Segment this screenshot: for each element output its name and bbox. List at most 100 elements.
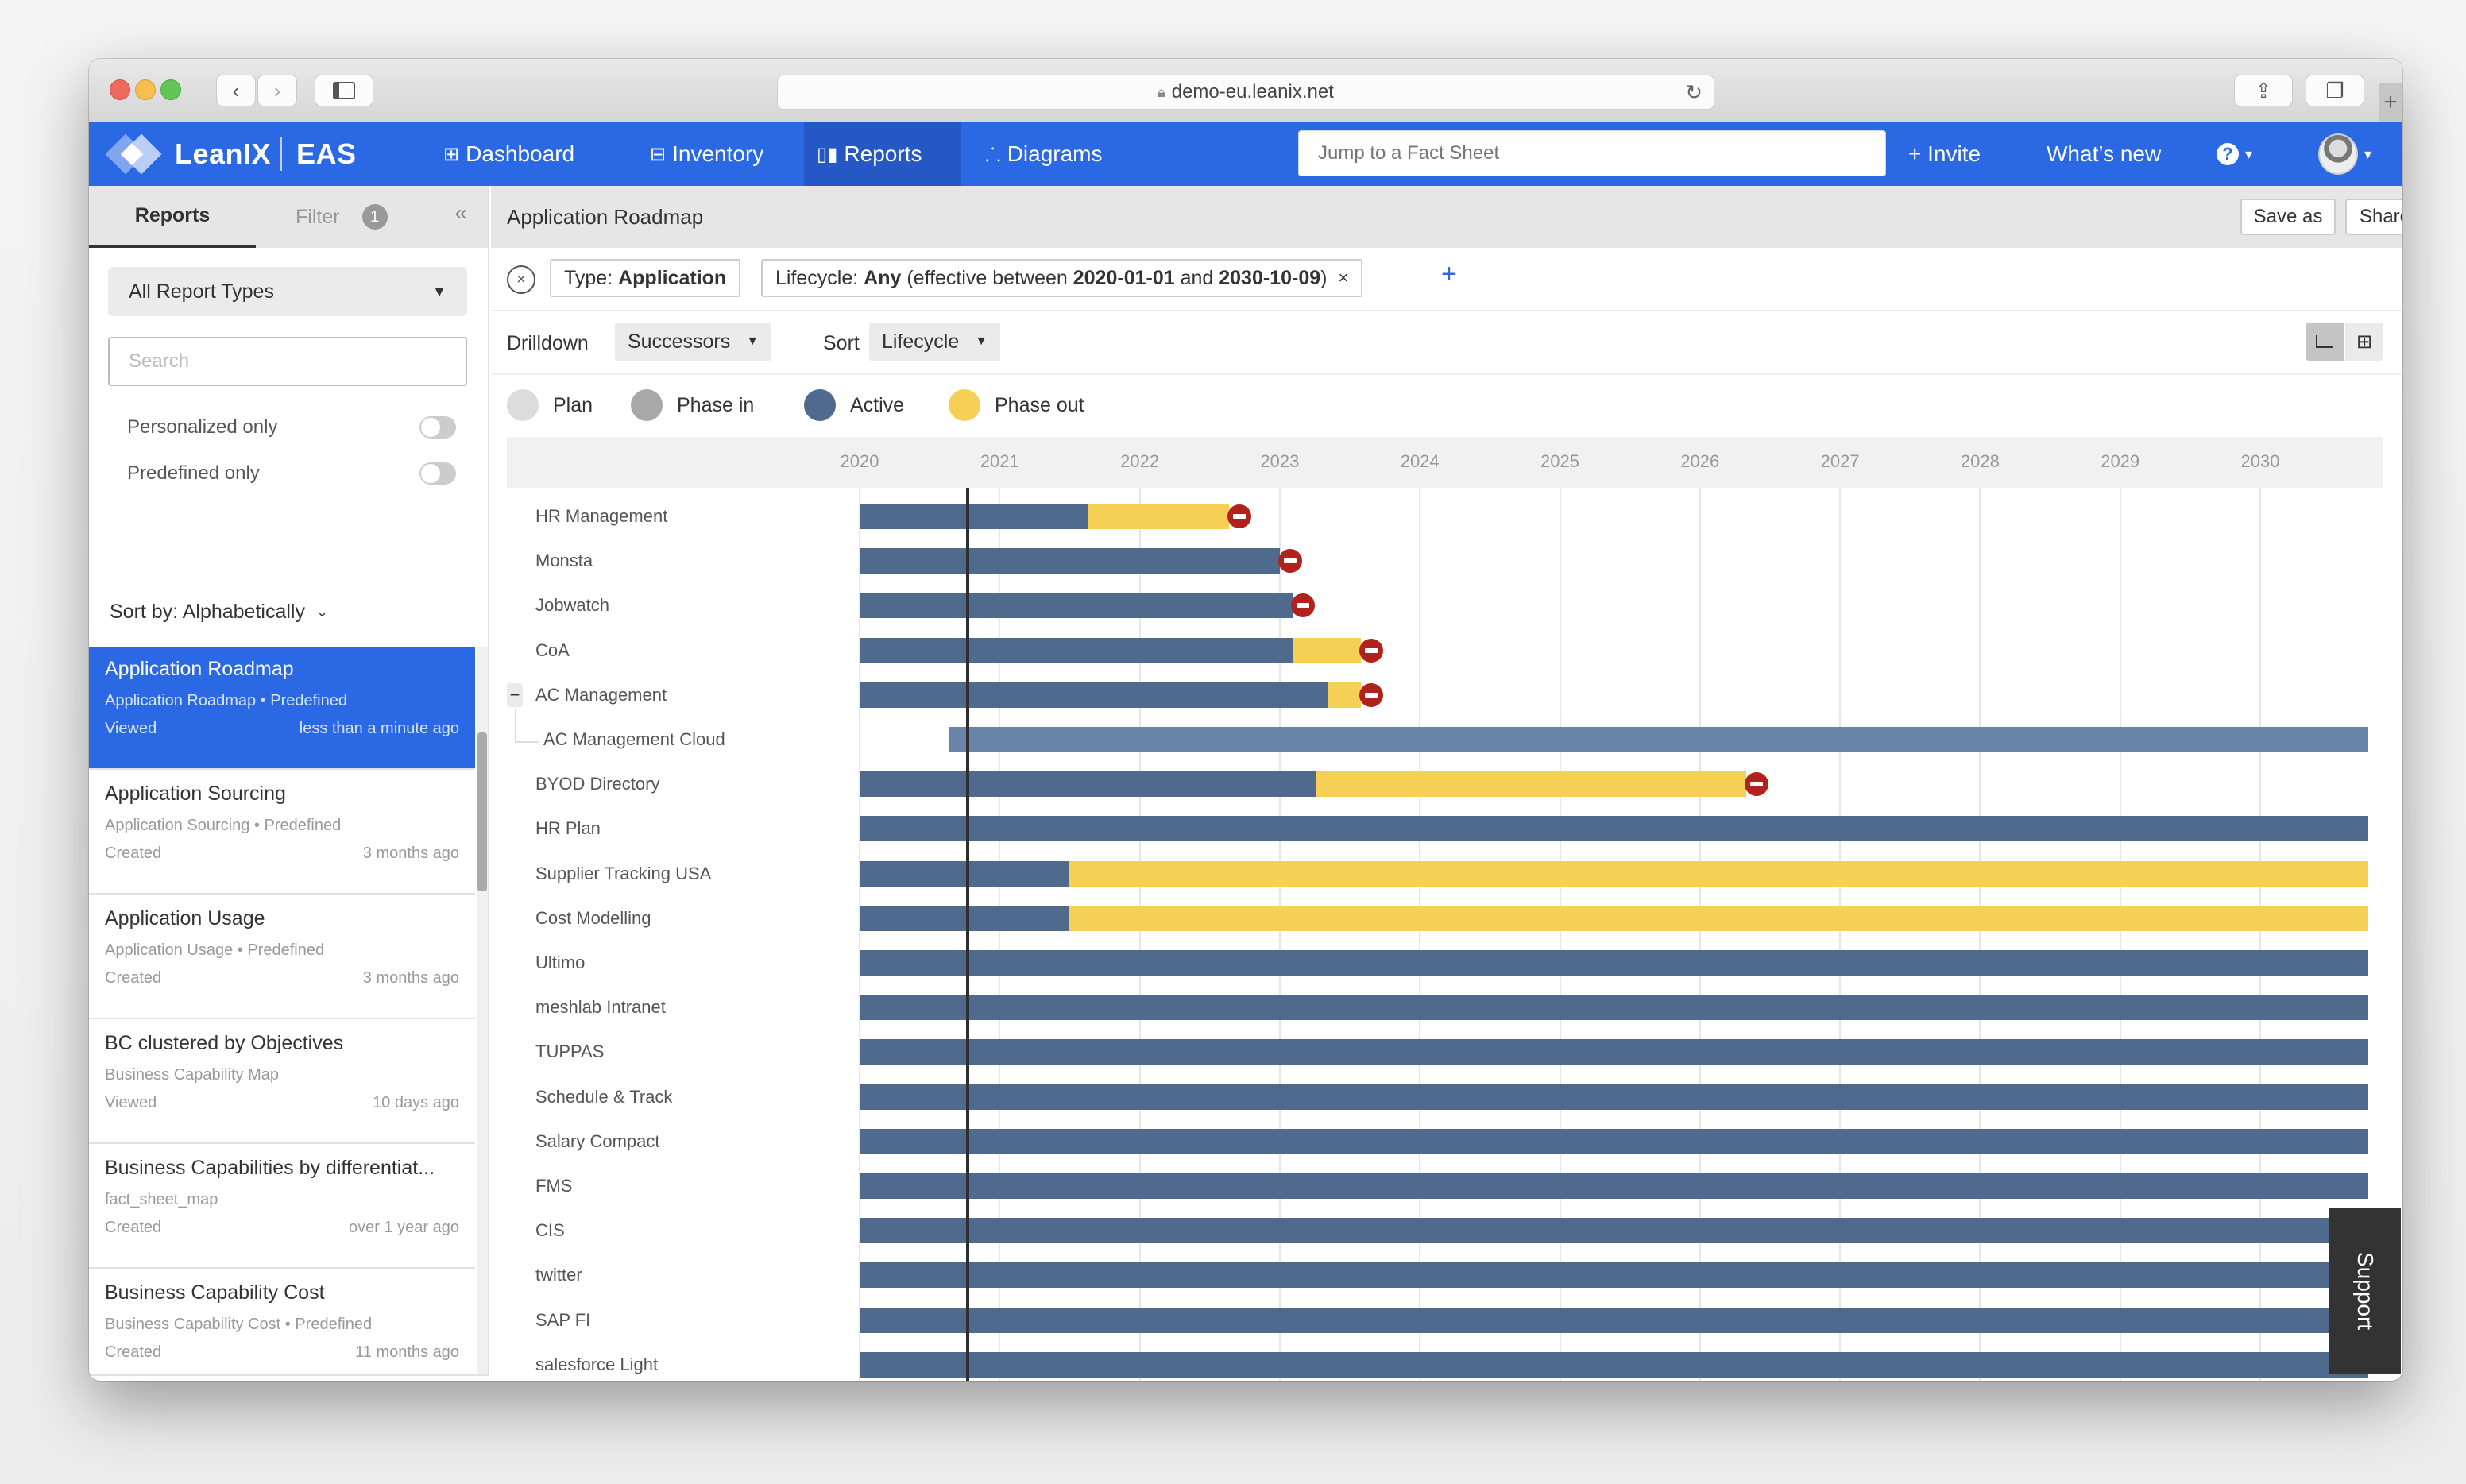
row-label[interactable]: CoA bbox=[535, 637, 570, 664]
row-label[interactable]: Supplier Tracking USA bbox=[535, 860, 711, 887]
end-of-life-icon[interactable] bbox=[1227, 504, 1252, 528]
bar-segment-active[interactable] bbox=[860, 1351, 2368, 1378]
collapse-sidebar-icon[interactable]: « bbox=[454, 200, 467, 226]
whats-new-button[interactable]: What’s new bbox=[2047, 122, 2161, 186]
bar-segment-active[interactable] bbox=[860, 548, 1280, 574]
help-menu-button[interactable]: ? ▾ bbox=[2217, 122, 2252, 186]
row-label[interactable]: AC Management bbox=[535, 682, 667, 709]
row-label[interactable]: Salary Compact bbox=[535, 1128, 660, 1155]
sidebar-toggle-button[interactable] bbox=[315, 75, 373, 106]
bar-segment-active[interactable] bbox=[860, 1173, 2368, 1199]
end-of-life-icon[interactable] bbox=[1277, 549, 1302, 574]
bar-segment-active[interactable] bbox=[949, 727, 2368, 752]
row-label[interactable]: BYOD Directory bbox=[535, 771, 659, 798]
row-label[interactable]: TUPPAS bbox=[535, 1038, 604, 1065]
report-list-item[interactable]: Application Usage Application Usage • Pr… bbox=[89, 896, 475, 1019]
bar-segment-active[interactable] bbox=[860, 1218, 2368, 1244]
show-tabs-button[interactable]: ❐ bbox=[2306, 75, 2364, 106]
bar-segment-active[interactable] bbox=[860, 1039, 2368, 1065]
leanix-logo[interactable]: LeanIX EAS bbox=[105, 133, 357, 175]
drilldown-select[interactable]: Successors ▼ bbox=[615, 323, 772, 361]
bar-segment-active[interactable] bbox=[860, 637, 1293, 663]
row-label[interactable]: Jobwatch bbox=[535, 592, 609, 619]
bar-segment-phaseout[interactable] bbox=[1327, 682, 1362, 708]
bar-segment-active[interactable] bbox=[860, 1307, 2368, 1333]
address-bar[interactable]: 🔒︎ demo-eu.leanix.net ↻ bbox=[777, 75, 1714, 110]
bar-segment-phaseout[interactable] bbox=[1069, 860, 2368, 887]
bar-segment-active[interactable] bbox=[860, 860, 1070, 887]
share-button[interactable]: Share bbox=[2345, 199, 2402, 235]
row-label[interactable]: Ultimo bbox=[535, 949, 585, 976]
bar-segment-active[interactable] bbox=[860, 1262, 2368, 1289]
row-label[interactable]: AC Management Cloud bbox=[543, 726, 725, 753]
nav-diagrams[interactable]: ⸫ Diagrams bbox=[972, 122, 1115, 186]
report-list-item[interactable]: Business Capability Cost Business Capabi… bbox=[89, 1270, 475, 1374]
lifecycle-filter-chip[interactable]: Lifecycle: Any (effective between 2020-0… bbox=[761, 259, 1363, 297]
row-label[interactable]: CIS bbox=[535, 1217, 565, 1244]
bar-segment-active[interactable] bbox=[860, 504, 1088, 529]
bar-segment-active[interactable] bbox=[860, 995, 2368, 1021]
end-of-life-icon[interactable] bbox=[1359, 682, 1384, 707]
add-filter-icon[interactable]: + bbox=[1441, 259, 1457, 290]
share-page-button[interactable]: ⇪ bbox=[2234, 75, 2293, 106]
fact-sheet-search-input[interactable] bbox=[1298, 130, 1886, 176]
new-tab-button[interactable]: + bbox=[2379, 83, 2402, 122]
row-label[interactable]: Cost Modelling bbox=[535, 905, 651, 932]
sort-select[interactable]: Lifecycle ▼ bbox=[869, 323, 1001, 361]
bar-segment-phaseout[interactable] bbox=[1069, 905, 2368, 931]
row-label[interactable]: Monsta bbox=[535, 547, 593, 574]
back-button[interactable]: ‹ bbox=[216, 75, 256, 106]
maximize-window-button[interactable] bbox=[160, 79, 181, 100]
row-label[interactable]: Schedule & Track bbox=[535, 1084, 672, 1111]
tab-filter[interactable]: Filter 1 bbox=[296, 186, 388, 248]
personalized-only-toggle[interactable] bbox=[419, 416, 456, 439]
bar-segment-active[interactable] bbox=[860, 905, 1070, 931]
user-menu-button[interactable]: ▾ bbox=[2318, 122, 2371, 186]
chart-view-button[interactable] bbox=[2306, 323, 2344, 361]
report-list-item[interactable]: Application Sourcing Application Sourcin… bbox=[89, 771, 475, 895]
tab-reports[interactable]: Reports bbox=[89, 186, 256, 248]
bar-segment-active[interactable] bbox=[860, 682, 1328, 708]
row-label[interactable]: HR Plan bbox=[535, 815, 601, 842]
bar-segment-phaseout[interactable] bbox=[1316, 771, 1746, 798]
forward-button[interactable]: › bbox=[257, 75, 297, 106]
bar-segment-active[interactable] bbox=[860, 1128, 2368, 1154]
nav-reports[interactable]: ▯▮ Reports bbox=[804, 122, 961, 186]
row-label[interactable]: SAP FI bbox=[535, 1307, 590, 1334]
row-label[interactable]: FMS bbox=[535, 1173, 572, 1200]
collapse-row-icon[interactable]: − bbox=[507, 682, 523, 707]
row-label[interactable]: salesforce Light bbox=[535, 1351, 658, 1378]
minimize-window-button[interactable] bbox=[135, 79, 156, 100]
end-of-life-icon[interactable] bbox=[1359, 638, 1384, 663]
bar-segment-active[interactable] bbox=[860, 816, 2368, 842]
bar-segment-active[interactable] bbox=[860, 950, 2368, 976]
sort-by-dropdown[interactable]: Sort by: Alphabetically ⌄ bbox=[110, 601, 328, 624]
end-of-life-icon[interactable] bbox=[1290, 593, 1315, 618]
bar-segment-active[interactable] bbox=[860, 1084, 2368, 1110]
end-of-life-icon[interactable] bbox=[1744, 772, 1768, 797]
report-type-select[interactable]: All Report Types ▼ bbox=[108, 267, 467, 316]
type-filter-chip[interactable]: Type: Application bbox=[550, 259, 741, 297]
support-tab-button[interactable]: Support bbox=[2329, 1208, 2401, 1374]
row-label[interactable]: HR Management bbox=[535, 503, 667, 530]
nav-dashboard[interactable]: ⊞ Dashboard bbox=[431, 122, 587, 186]
bar-segment-phaseout[interactable] bbox=[1088, 504, 1230, 529]
save-as-button[interactable]: Save as bbox=[2240, 199, 2336, 235]
bar-segment-active[interactable] bbox=[860, 593, 1293, 619]
report-search-input[interactable] bbox=[108, 337, 467, 386]
reload-icon[interactable]: ↻ bbox=[1685, 80, 1703, 105]
table-view-button[interactable]: ⊞ bbox=[2344, 323, 2383, 361]
clear-filters-button[interactable]: × bbox=[507, 265, 535, 294]
manage-reports-link[interactable]: Manage Reports bbox=[89, 1374, 489, 1381]
row-label[interactable]: meshlab Intranet bbox=[535, 994, 666, 1021]
report-list-item[interactable]: BC clustered by Objectives Business Capa… bbox=[89, 1021, 475, 1144]
bar-segment-active[interactable] bbox=[860, 771, 1316, 798]
report-list-item[interactable]: Application Roadmap Application Roadmap … bbox=[89, 647, 475, 770]
nav-inventory[interactable]: ⊟ Inventory bbox=[637, 122, 776, 186]
close-window-button[interactable] bbox=[110, 79, 130, 100]
remove-filter-icon[interactable]: × bbox=[1338, 268, 1348, 288]
row-label[interactable]: twitter bbox=[535, 1262, 582, 1289]
report-list-scrollbar[interactable] bbox=[477, 647, 488, 1374]
scrollbar-thumb[interactable] bbox=[477, 732, 487, 891]
predefined-only-toggle[interactable] bbox=[419, 462, 456, 485]
